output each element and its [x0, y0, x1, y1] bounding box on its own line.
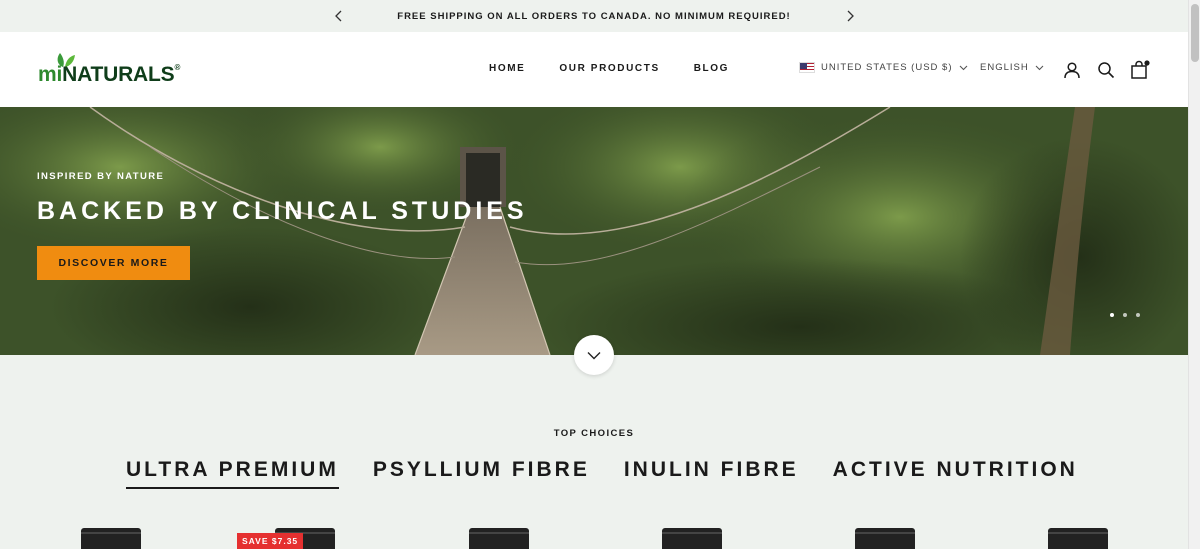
account-icon: [1064, 62, 1080, 79]
announcement-next-button[interactable]: [842, 8, 858, 24]
logo[interactable]: miNATURALS®: [38, 52, 198, 88]
nav-blog[interactable]: BLOG: [694, 63, 729, 74]
search-icon: [1098, 62, 1115, 79]
chevron-left-icon: [335, 10, 342, 22]
hero-banner: INSPIRED BY NATURE BACKED BY CLINICAL ST…: [0, 107, 1188, 355]
country-selector[interactable]: UNITED STATES (USD $): [799, 62, 968, 73]
tab-psyllium-fibre[interactable]: PSYLLIUM FIBRE: [373, 458, 590, 489]
slide-dot-2[interactable]: [1123, 313, 1127, 317]
hero-title: BACKED BY CLINICAL STUDIES: [37, 197, 528, 225]
chevron-down-icon: [959, 65, 967, 70]
chevron-down-icon: [1035, 65, 1044, 70]
product-category-tabs: ULTRA PREMIUM PSYLLIUM FIBRE INULIN FIBR…: [126, 458, 1078, 489]
product-bottle-image: [81, 528, 141, 549]
slide-dot-1[interactable]: [1110, 313, 1114, 317]
vertical-scrollbar[interactable]: [1188, 0, 1200, 549]
cart-button[interactable]: [1130, 60, 1150, 80]
slide-dot-3[interactable]: [1136, 313, 1140, 317]
announcement-prev-button[interactable]: [331, 8, 347, 24]
chevron-right-icon: [847, 10, 854, 22]
logo-wordmark: miNATURALS®: [38, 63, 181, 86]
scrollbar-thumb[interactable]: [1191, 4, 1199, 62]
product-bottle-image: [469, 528, 529, 549]
search-button[interactable]: [1096, 60, 1116, 80]
announcement-text: FREE SHIPPING ON ALL ORDERS TO CANADA. N…: [397, 10, 791, 22]
hero-kicker: INSPIRED BY NATURE: [37, 171, 165, 182]
chevron-down-icon: [587, 351, 601, 359]
product-card[interactable]: [662, 528, 722, 549]
product-bottle-image: [855, 528, 915, 549]
hero-content: INSPIRED BY NATURE BACKED BY CLINICAL ST…: [37, 171, 528, 280]
hero-slide-dots: [1110, 313, 1140, 317]
product-card[interactable]: [1048, 528, 1108, 549]
country-label: UNITED STATES (USD $): [821, 62, 953, 73]
nav-our-products[interactable]: OUR PRODUCTS: [559, 63, 659, 74]
site-header: miNATURALS® HOME OUR PRODUCTS BLOG UNITE…: [0, 32, 1188, 107]
tab-ultra-premium[interactable]: ULTRA PREMIUM: [126, 458, 339, 489]
account-button[interactable]: [1062, 60, 1082, 80]
language-selector[interactable]: ENGLISH: [980, 62, 1044, 73]
announcement-bar: FREE SHIPPING ON ALL ORDERS TO CANADA. N…: [0, 0, 1188, 32]
language-label: ENGLISH: [980, 62, 1029, 73]
scroll-down-button[interactable]: [574, 335, 614, 375]
product-card[interactable]: [855, 528, 915, 549]
cart-icon: [1131, 60, 1150, 79]
product-card[interactable]: [81, 528, 141, 549]
product-bottle-image: [662, 528, 722, 549]
tab-inulin-fibre[interactable]: INULIN FIBRE: [624, 458, 799, 489]
product-card[interactable]: [469, 528, 529, 549]
main-nav: HOME OUR PRODUCTS BLOG: [489, 63, 729, 74]
tab-active-nutrition[interactable]: ACTIVE NUTRITION: [833, 458, 1078, 489]
sale-badge: SAVE $7.35: [237, 533, 304, 549]
product-bottle-image: [1048, 528, 1108, 549]
us-flag-icon: [799, 62, 815, 73]
nav-home[interactable]: HOME: [489, 63, 525, 74]
page: FREE SHIPPING ON ALL ORDERS TO CANADA. N…: [0, 0, 1188, 549]
top-choices-label: TOP CHOICES: [553, 428, 635, 439]
discover-more-button[interactable]: DISCOVER MORE: [37, 246, 190, 280]
